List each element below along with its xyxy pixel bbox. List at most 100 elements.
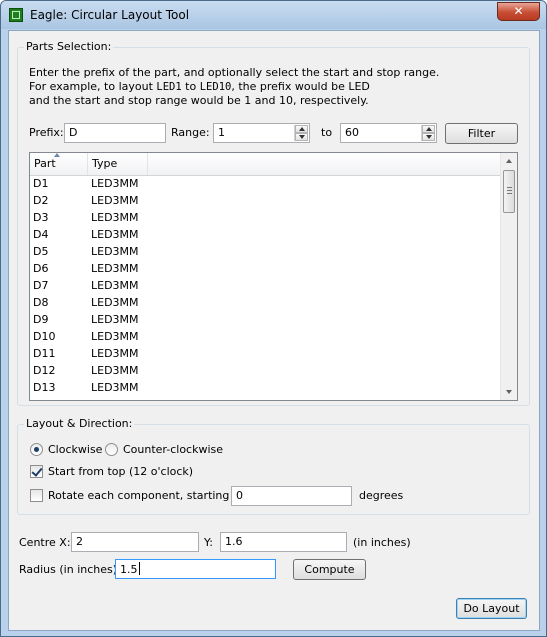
rotate-degrees-input[interactable]: 0 <box>231 486 352 506</box>
sort-ascending-icon <box>54 153 60 157</box>
scroll-thumb[interactable] <box>503 170 515 213</box>
instructions-line-2-middle: to <box>181 80 200 93</box>
range-start-up-arrow-icon[interactable] <box>295 125 308 133</box>
table-row[interactable]: D13 LED3MM <box>30 379 500 396</box>
filter-button[interactable]: Filter <box>445 123 518 144</box>
table-row[interactable]: D5 LED3MM <box>30 243 500 260</box>
table-row[interactable]: D1 LED3MM <box>30 175 500 192</box>
part-cell: D13 <box>33 381 56 394</box>
layout-direction-legend: Layout & Direction: <box>24 417 135 430</box>
parts-list-header: Part Type <box>30 153 500 176</box>
clockwise-radio[interactable] <box>30 443 43 456</box>
column-header-type[interactable]: Type <box>88 153 148 175</box>
range-end-spin-buttons <box>421 125 435 141</box>
instructions-code-led1: LED1 <box>156 81 182 93</box>
table-row[interactable]: D8 LED3MM <box>30 294 500 311</box>
table-row[interactable]: D12 LED3MM <box>30 362 500 379</box>
type-cell: LED3MM <box>91 262 139 275</box>
range-start-value: 1 <box>218 126 225 139</box>
table-row[interactable]: D3 LED3MM <box>30 209 500 226</box>
part-cell: D11 <box>33 347 56 360</box>
scroll-down-arrow-icon[interactable] <box>501 383 517 400</box>
part-cell: D9 <box>33 313 49 326</box>
prefix-input[interactable]: D <box>64 123 166 143</box>
type-cell: LED3MM <box>91 194 139 207</box>
start-from-top-label[interactable]: Start from top (12 o'clock) <box>48 465 193 478</box>
part-cell: D12 <box>33 364 56 377</box>
centre-units-label: (in inches) <box>353 536 411 549</box>
compute-button[interactable]: Compute <box>293 559 366 580</box>
instructions-code-led10: LED10 <box>199 81 232 93</box>
part-cell: D1 <box>33 177 49 190</box>
type-cell: LED3MM <box>91 381 139 394</box>
part-cell: D4 <box>33 228 49 241</box>
type-cell: LED3MM <box>91 279 139 292</box>
table-row[interactable]: D10 LED3MM <box>30 328 500 345</box>
counter-clockwise-label[interactable]: Counter-clockwise <box>123 443 223 456</box>
scroll-up-arrow-icon[interactable] <box>501 153 517 170</box>
start-from-top-checkbox[interactable] <box>30 465 43 478</box>
range-end-spinner[interactable]: 60 <box>340 123 437 143</box>
centre-x-label: Centre X: <box>19 536 71 549</box>
type-cell: LED3MM <box>91 347 139 360</box>
centre-y-input[interactable]: 1.6 <box>220 532 347 552</box>
type-cell: LED3MM <box>91 228 139 241</box>
centre-y-label: Y: <box>204 536 213 549</box>
table-row[interactable]: D11 LED3MM <box>30 345 500 362</box>
part-cell: D10 <box>33 330 56 343</box>
part-cell: D3 <box>33 211 49 224</box>
parts-selection-legend: Parts Selection: <box>24 40 114 53</box>
table-row[interactable]: D6 LED3MM <box>30 260 500 277</box>
table-row[interactable]: D7 LED3MM <box>30 277 500 294</box>
centre-y-value: 1.6 <box>225 535 243 548</box>
range-start-down-arrow-icon[interactable] <box>295 133 308 141</box>
range-start-spin-buttons <box>294 125 308 141</box>
counter-clockwise-radio[interactable] <box>105 443 118 456</box>
close-button[interactable]: ✕ <box>497 2 540 21</box>
range-end-up-arrow-icon[interactable] <box>422 125 435 133</box>
instructions-line-2-after: , the prefix would be LED <box>231 80 370 93</box>
centre-x-value: 2 <box>76 535 83 548</box>
text-cursor <box>138 562 140 575</box>
parts-list-scrollbar[interactable] <box>500 153 517 400</box>
type-cell: LED3MM <box>91 296 139 309</box>
radius-value: 1.5 <box>120 563 138 576</box>
do-layout-button[interactable]: Do Layout <box>456 598 527 619</box>
close-icon: ✕ <box>513 4 524 18</box>
rotate-component-label[interactable]: Rotate each component, starting at <box>48 489 244 502</box>
prefix-label: Prefix: <box>29 126 64 139</box>
radius-input[interactable]: 1.5 <box>115 559 276 579</box>
column-header-part[interactable]: Part <box>30 153 88 175</box>
part-cell: D8 <box>33 296 49 309</box>
table-row[interactable]: D4 LED3MM <box>30 226 500 243</box>
centre-x-input[interactable]: 2 <box>71 532 199 552</box>
instructions-line-2: For example, to layout LED1 to LED10, th… <box>29 80 370 93</box>
part-cell: D2 <box>33 194 49 207</box>
dialog-window: Eagle: Circular Layout Tool ✕ Parts Sele… <box>0 0 547 637</box>
eagle-app-icon <box>9 8 23 22</box>
type-cell: LED3MM <box>91 364 139 377</box>
rotate-component-checkbox[interactable] <box>30 489 43 502</box>
part-cell: D5 <box>33 245 49 258</box>
table-row[interactable]: D9 LED3MM <box>30 311 500 328</box>
instructions-line-2-before: For example, to layout <box>29 80 157 93</box>
type-cell: LED3MM <box>91 245 139 258</box>
table-row[interactable]: D2 LED3MM <box>30 192 500 209</box>
clockwise-label[interactable]: Clockwise <box>48 443 102 456</box>
parts-list[interactable]: Part Type D1 LED3MM D2 LED3MM D3 LED3MM <box>29 152 518 401</box>
type-cell: LED3MM <box>91 313 139 326</box>
title-bar[interactable]: Eagle: Circular Layout Tool ✕ <box>1 1 546 29</box>
part-cell: D6 <box>33 262 49 275</box>
range-label: Range: <box>171 126 210 139</box>
prefix-input-value: D <box>69 126 78 139</box>
window-title: Eagle: Circular Layout Tool <box>30 8 190 22</box>
type-cell: LED3MM <box>91 211 139 224</box>
radius-label: Radius (in inches): <box>19 563 121 576</box>
rotate-degrees-value: 0 <box>236 489 243 502</box>
instructions-line-1: Enter the prefix of the part, and option… <box>29 66 440 79</box>
range-to-label: to <box>321 126 333 139</box>
dialog-client-area: Parts Selection: Enter the prefix of the… <box>8 30 540 631</box>
degrees-label: degrees <box>359 489 404 502</box>
range-start-spinner[interactable]: 1 <box>213 123 310 143</box>
range-end-down-arrow-icon[interactable] <box>422 133 435 141</box>
